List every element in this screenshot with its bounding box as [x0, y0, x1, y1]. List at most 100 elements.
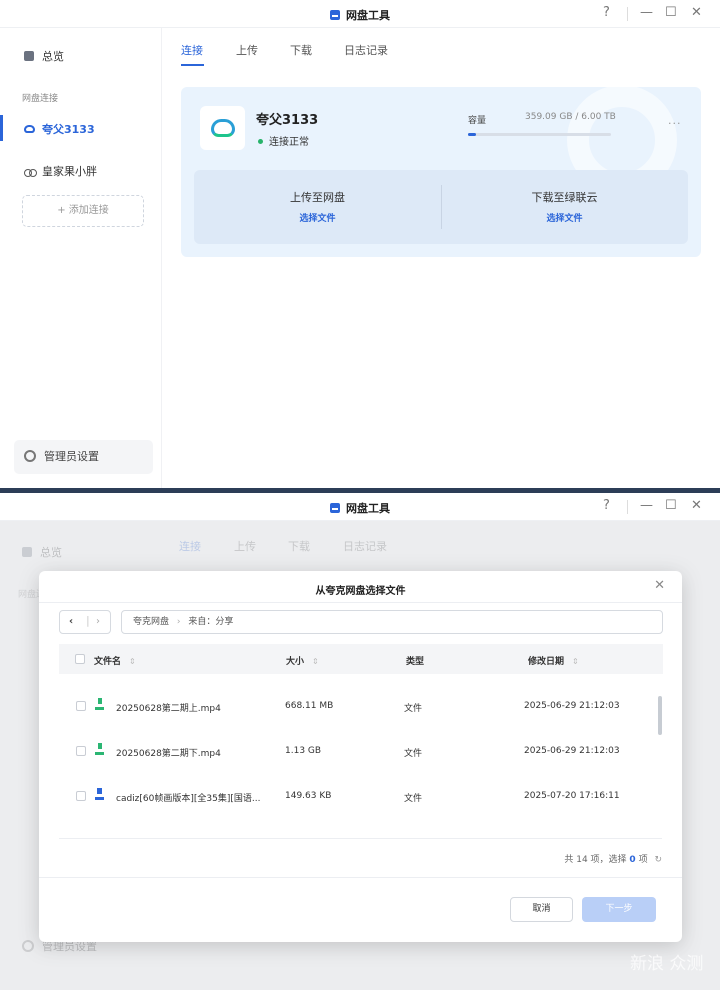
netdisk-window-dialog: 网盘工具 ? — ☐ ✕ 总览 网盘连 管理员设置 连接 上传 下载 日志记录 … [0, 493, 720, 990]
download-select-files-link[interactable]: 选择文件 [441, 211, 688, 224]
tab-upload[interactable]: 上传 [236, 42, 258, 58]
admin-settings-label: 管理员设置 [44, 450, 99, 463]
tab-logs[interactable]: 日志记录 [344, 42, 388, 58]
help-button[interactable]: ? [603, 498, 610, 514]
selected-count: 0 [629, 855, 636, 865]
document-file-icon [95, 788, 104, 800]
close-button[interactable]: ✕ [691, 5, 702, 21]
quark-cloud-logo [200, 106, 245, 150]
dialog-header-divider [39, 602, 682, 603]
video-file-icon [95, 698, 104, 710]
tab-bar: 连接 上传 下载 日志记录 [162, 28, 720, 66]
row-checkbox[interactable] [76, 791, 86, 801]
dialog-title: 从夸克网盘选择文件 [315, 586, 406, 597]
list-scrollbar[interactable] [658, 696, 662, 735]
more-options-button[interactable]: ··· [668, 117, 682, 130]
status-dot-icon [258, 139, 263, 144]
sidebar: 总览 网盘连接 夸父3133 皇家果小胖 + 添加连接 管理员设置 [0, 28, 162, 488]
breadcrumb: 夸克网盘 › 来自：分享 [121, 610, 663, 634]
capacity-value: 359.09 GB / 6.00 TB [525, 112, 616, 122]
file-table-header: 文件名 ⇕ 大小 ⇕ 类型 修改日期 ⇕ [59, 644, 663, 674]
maximize-button[interactable]: ☐ [665, 498, 677, 514]
maximize-button[interactable]: ☐ [665, 5, 677, 21]
admin-settings-button[interactable]: 管理员设置 [14, 440, 153, 474]
breadcrumb-item-shared[interactable]: 来自：分享 [188, 617, 233, 627]
file-date: 2025-06-29 21:12:03 [524, 701, 620, 711]
file-date: 2025-06-29 21:12:03 [524, 746, 620, 756]
window-title: 网盘工具 [0, 500, 720, 516]
summary-suffix: 项 [638, 855, 648, 865]
col-filename-label: 文件名 [94, 657, 122, 667]
cloud-logo-icon [211, 119, 235, 137]
forward-button[interactable]: › [96, 616, 100, 627]
file-name: 20250628第二期上.mp4 [116, 704, 221, 714]
file-size: 668.11 MB [285, 701, 334, 711]
nav-divider: | [86, 614, 90, 627]
dialog-close-button[interactable]: ✕ [654, 578, 665, 593]
row-checkbox[interactable] [76, 701, 86, 711]
window-title-text: 网盘工具 [346, 502, 390, 515]
capacity-progress-bar [468, 133, 611, 136]
sidebar-group-label: 网盘连接 [22, 94, 59, 104]
col-type: 类型 [406, 657, 425, 667]
dialog-footer-divider [39, 877, 682, 878]
sidebar-item-account-huangjia[interactable]: 皇家果小胖 [24, 163, 97, 179]
minimize-button[interactable]: — [640, 498, 653, 514]
file-type: 文件 [404, 794, 423, 804]
connection-status: 连接正常 [258, 133, 309, 148]
file-size: 1.13 GB [285, 746, 322, 756]
selection-summary: 共 14 项，选择 0 项 ↻ [564, 852, 662, 865]
close-button[interactable]: ✕ [691, 498, 702, 514]
breadcrumb-item-quark[interactable]: 夸克网盘 [133, 617, 169, 627]
watermark-logo: 新浪 众测 [630, 954, 704, 974]
file-size: 149.63 KB [285, 791, 332, 801]
file-date: 2025-07-20 17:16:11 [524, 791, 620, 801]
refresh-icon[interactable]: ↻ [654, 855, 662, 865]
download-title: 下载至绿联云 [531, 191, 598, 204]
account-card: 夸父3133 连接正常 容量 359.09 GB / 6.00 TB ··· 上… [181, 87, 701, 257]
minimize-button[interactable]: — [640, 5, 653, 21]
upload-title: 上传至网盘 [290, 191, 345, 204]
col-filename[interactable]: 文件名 ⇕ [94, 654, 136, 667]
file-name: cadiz[60帧画版本][全35集][国语... [116, 794, 261, 804]
file-picker-dialog: 从夸克网盘选择文件 ✕ ‹ | › 夸克网盘 › 来自：分享 文件名 ⇕ 大小 ⇕ … [39, 571, 682, 942]
sidebar-item-label: 皇家果小胖 [42, 165, 97, 178]
help-button[interactable]: ? [603, 5, 610, 21]
sidebar-item-label: 夸父3133 [42, 123, 95, 136]
row-checkbox[interactable] [76, 746, 86, 756]
download-action: 下载至绿联云 选择文件 [441, 189, 688, 224]
tab-download[interactable]: 下载 [290, 42, 312, 58]
capacity-label: 容量 [468, 116, 487, 126]
upload-action: 上传至网盘 选择文件 [194, 189, 441, 224]
table-row[interactable]: 20250628第二期上.mp4 668.11 MB 文件 2025-06-29… [59, 698, 663, 746]
active-indicator [0, 115, 3, 141]
file-type: 文件 [404, 704, 423, 714]
next-button[interactable]: 下一步 [582, 897, 656, 922]
file-name: 20250628第二期下.mp4 [116, 749, 221, 759]
window-title: 网盘工具 [0, 7, 720, 23]
app-icon [330, 503, 340, 513]
gear-icon [24, 450, 36, 462]
sidebar-item-overview[interactable]: 总览 [24, 48, 64, 64]
cancel-button[interactable]: 取消 [510, 897, 573, 922]
window-title-text: 网盘工具 [346, 9, 390, 22]
overview-icon [24, 51, 34, 61]
upload-select-files-link[interactable]: 选择文件 [194, 211, 441, 224]
select-all-checkbox[interactable] [75, 654, 85, 664]
cloud-icon [24, 125, 35, 133]
back-button[interactable]: ‹ [69, 616, 73, 627]
file-type: 文件 [404, 749, 423, 759]
table-row[interactable]: cadiz[60帧画版本][全35集][国语... 149.63 KB 文件 2… [59, 788, 663, 836]
status-text: 连接正常 [269, 137, 309, 148]
sidebar-item-label: 总览 [42, 50, 64, 63]
add-connection-button[interactable]: + 添加连接 [22, 195, 144, 227]
list-footer-divider [59, 838, 662, 839]
tab-underline [181, 64, 204, 66]
table-row[interactable]: 20250628第二期下.mp4 1.13 GB 文件 2025-06-29 2… [59, 743, 663, 791]
col-modified[interactable]: 修改日期 ⇕ [528, 654, 579, 667]
col-size[interactable]: 大小 ⇕ [286, 654, 319, 667]
tab-connect[interactable]: 连接 [181, 42, 203, 58]
sort-icon: ⇕ [129, 657, 136, 666]
col-size-label: 大小 [286, 657, 305, 667]
sidebar-item-account-kuafu[interactable]: 夸父3133 [24, 121, 95, 137]
